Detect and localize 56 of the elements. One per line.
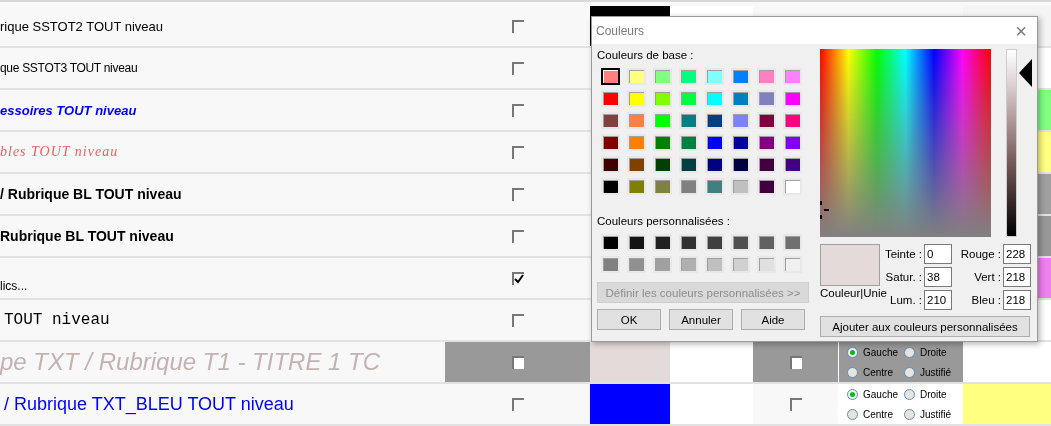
field-label: Satur. : — [884, 271, 922, 283]
dialog-button[interactable]: OK — [597, 309, 661, 330]
section-label: Couleurs de base : — [597, 49, 695, 63]
radio-label: Justifié — [920, 366, 952, 378]
slider-arrow-icon[interactable] — [1019, 59, 1032, 87]
field-label: Lum. : — [889, 294, 922, 306]
checkbox[interactable] — [511, 61, 524, 75]
radio-button[interactable] — [847, 366, 858, 378]
section-label: Couleurs personnalisées : — [597, 215, 731, 229]
radio-label: Gauche — [863, 346, 899, 358]
checkbox[interactable] — [511, 271, 524, 285]
radio-button[interactable] — [847, 388, 858, 400]
input-field[interactable]: 228 — [1003, 244, 1031, 264]
add-custom-color-button[interactable]: Ajouter aux couleurs personnalisées — [820, 316, 1030, 337]
field-label: Rouge : — [959, 248, 1001, 260]
checkbox[interactable] — [511, 187, 524, 201]
radio-label: Droite — [920, 346, 947, 358]
checkbox[interactable] — [789, 355, 802, 369]
radio-button[interactable] — [904, 388, 915, 400]
input-field[interactable]: 218 — [1003, 267, 1031, 287]
dialog-button[interactable]: Annuler — [669, 309, 733, 330]
checkbox[interactable] — [511, 229, 524, 243]
input-field[interactable]: 210 — [924, 290, 952, 310]
radio-button[interactable] — [847, 408, 858, 420]
checkbox[interactable] — [511, 19, 524, 33]
dialog-title: Couleurs — [596, 23, 645, 38]
radio-button[interactable] — [847, 346, 858, 358]
close-button[interactable]: × — [1015, 20, 1027, 41]
radio-button[interactable] — [904, 408, 915, 420]
checkbox[interactable] — [511, 103, 524, 117]
radio-label: Droite — [920, 388, 947, 400]
radio-label: Centre — [863, 366, 893, 378]
dialog-button[interactable]: Aide — [741, 309, 805, 330]
radio-label: Gauche — [863, 388, 899, 400]
field-label: Vert : — [973, 271, 1001, 283]
field-label: Bleu : — [970, 294, 1001, 306]
checkbox[interactable] — [511, 397, 524, 411]
checkbox[interactable] — [789, 397, 802, 411]
color-swatch[interactable] — [601, 68, 620, 85]
color-spectrum[interactable] — [820, 49, 991, 237]
radio-button[interactable] — [904, 346, 915, 358]
input-field[interactable]: 38 — [924, 267, 952, 287]
checkbox[interactable] — [511, 145, 524, 159]
checkbox[interactable] — [511, 313, 524, 327]
checkbox[interactable] — [511, 355, 524, 369]
radio-label: Centre — [863, 408, 893, 420]
color-swatch[interactable] — [590, 342, 670, 382]
field-label: Teinte : — [883, 248, 922, 260]
luminance-bar[interactable] — [1005, 49, 1018, 237]
color-swatch[interactable] — [590, 384, 670, 424]
radio-label: Justifié — [920, 408, 952, 420]
input-field[interactable]: 0 — [924, 244, 952, 264]
preview-label: Couleur|Unie — [820, 286, 887, 301]
crosshair-icon — [820, 201, 831, 221]
radio-button[interactable] — [904, 366, 915, 378]
input-field[interactable]: 218 — [1003, 290, 1031, 310]
